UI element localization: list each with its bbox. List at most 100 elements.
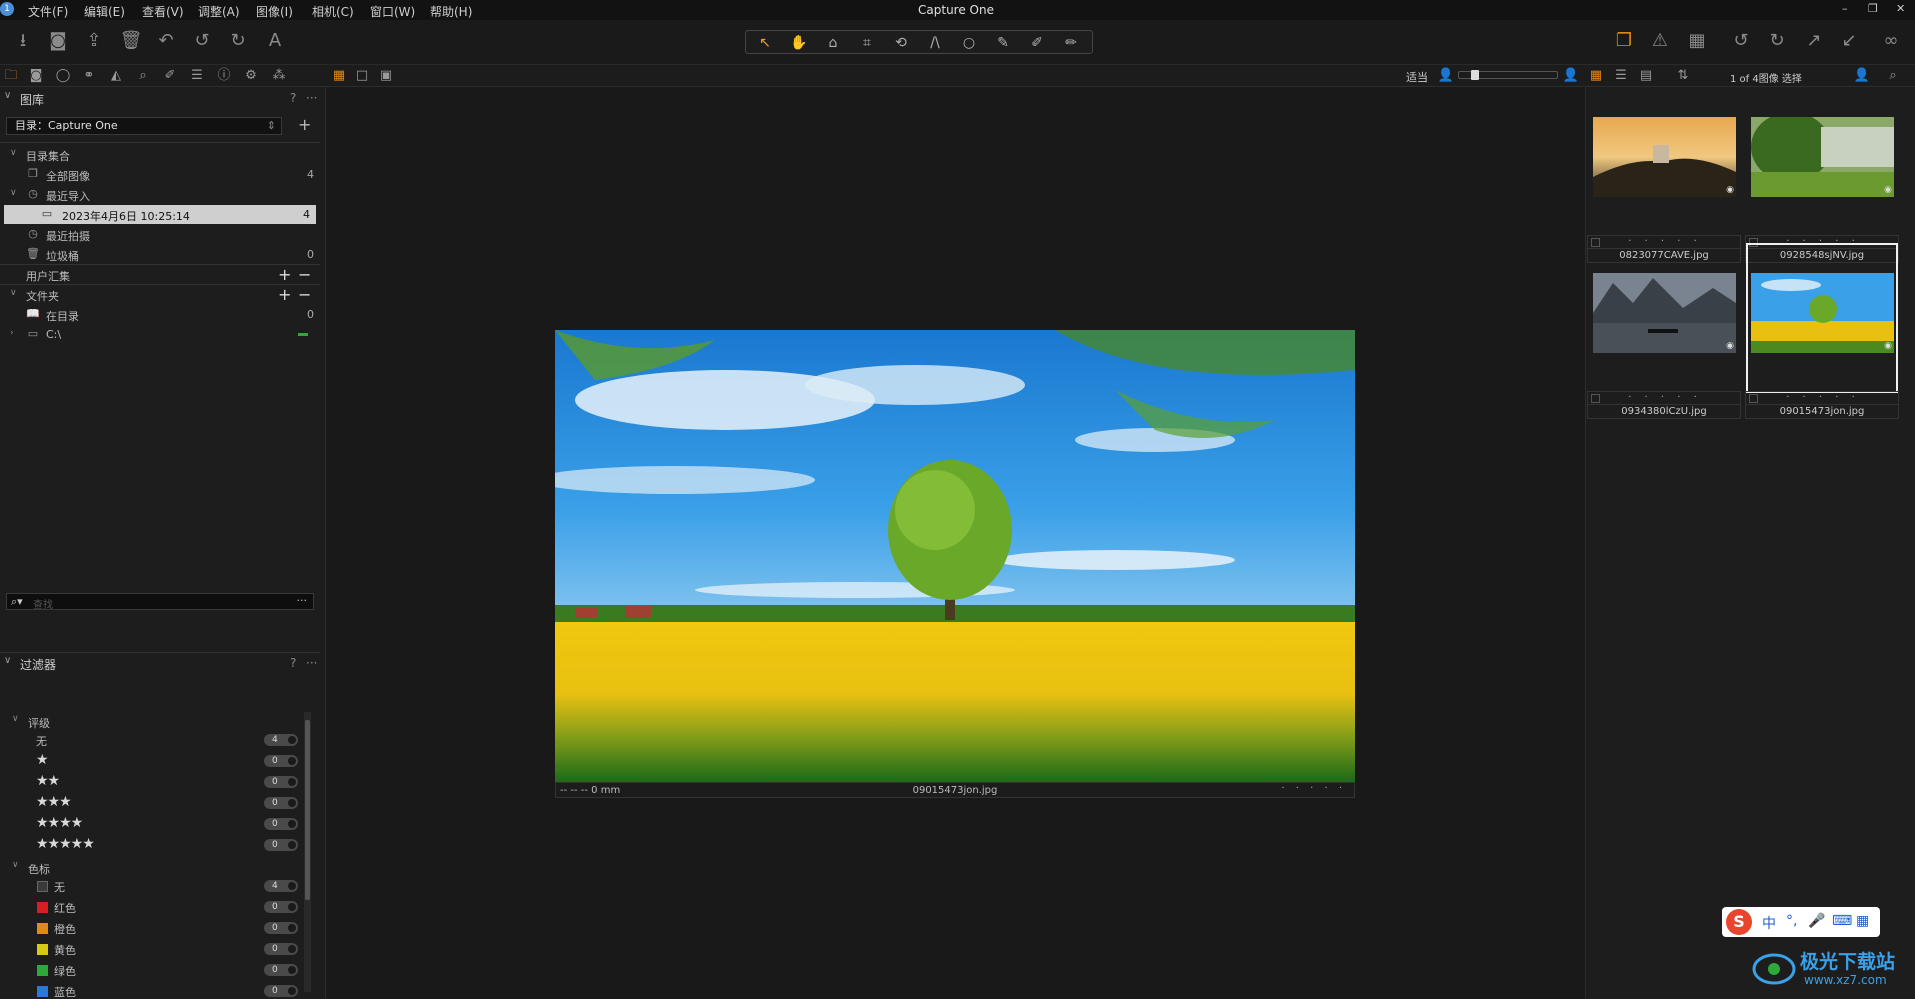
tree-item-recent-captures[interactable]: ◷ 最近拍摄 xyxy=(0,225,320,244)
color-green-row[interactable]: 绿色 0 xyxy=(0,960,310,980)
count-toggle[interactable]: 0 xyxy=(264,985,298,997)
add-icon[interactable]: + xyxy=(278,265,291,284)
lens-tab-icon[interactable]: ◯ xyxy=(54,68,72,84)
undo-icon[interactable]: ↺ xyxy=(189,28,215,54)
brush-icon[interactable]: ✎ xyxy=(988,33,1018,53)
chevron-down-icon[interactable]: ∨ xyxy=(12,714,19,724)
collapse-icon[interactable]: ↙ xyxy=(1836,28,1862,54)
more-icon[interactable]: ··· xyxy=(306,91,317,105)
menu-adjust[interactable]: 调整(A) xyxy=(198,3,240,20)
filters-header[interactable]: ∨ 过滤器 ? ··· xyxy=(0,654,326,672)
menu-file[interactable]: 文件(F) xyxy=(28,3,68,20)
chevron-right-icon[interactable]: › xyxy=(10,328,14,338)
export-icon[interactable]: ⇪ xyxy=(81,28,107,54)
app-logo-icon[interactable]: 1 xyxy=(0,2,14,16)
color-orange-row[interactable]: 橙色 0 xyxy=(0,918,310,938)
rating-dots[interactable]: · · · · · xyxy=(1588,392,1742,403)
spot-icon[interactable]: ○ xyxy=(954,33,984,53)
restore-icon[interactable]: ❐ xyxy=(1868,2,1878,15)
count-toggle[interactable]: 0 xyxy=(264,797,298,809)
color-blue-row[interactable]: 蓝色 0 xyxy=(0,981,310,999)
import-icon[interactable]: ⭳ xyxy=(10,28,36,54)
chevron-down-icon[interactable]: ∨ xyxy=(10,148,17,158)
thumbnail-image[interactable]: ◉ xyxy=(1751,117,1894,197)
batch-tab-icon[interactable]: ⁂ xyxy=(270,68,288,84)
info-tab-icon[interactable]: ⓘ xyxy=(215,68,233,84)
color-yellow-row[interactable]: 黄色 0 xyxy=(0,939,310,959)
remove-icon[interactable]: − xyxy=(298,285,311,304)
select-icon[interactable]: ↖ xyxy=(750,33,780,53)
eraser-icon[interactable]: ✏ xyxy=(1056,33,1086,53)
ime-punct-icon[interactable]: °, xyxy=(1786,913,1797,929)
ime-menu-icon[interactable]: ▦ xyxy=(1856,913,1869,929)
sort-icon[interactable]: ⇅ xyxy=(1674,68,1692,84)
list-view-icon[interactable]: ☰ xyxy=(1612,68,1630,84)
zoom-slider[interactable] xyxy=(1458,70,1558,80)
count-toggle[interactable]: 0 xyxy=(264,755,298,767)
rating-dots[interactable]: · · · · · xyxy=(1281,783,1346,794)
color-tag-group[interactable]: ∨ 色标 xyxy=(0,858,310,876)
rating-2-row[interactable]: ★★ 0 xyxy=(0,772,310,792)
user-icon[interactable]: 👤 xyxy=(1853,68,1871,84)
ime-keyboard-icon[interactable]: ⌨ xyxy=(1832,913,1852,929)
ime-mic-icon[interactable]: 🎤 xyxy=(1808,913,1825,929)
chevron-down-icon[interactable]: ∨ xyxy=(12,860,19,870)
adjust-tab-icon[interactable]: ✐ xyxy=(161,68,179,84)
tree-item-in-catalog[interactable]: 📖 在目录 0 xyxy=(0,305,320,324)
chevron-down-icon[interactable]: ∨ xyxy=(4,655,11,666)
glasses-icon[interactable]: ∞ xyxy=(1874,28,1908,54)
count-toggle[interactable]: 4 xyxy=(264,734,298,746)
scrollbar-thumb[interactable] xyxy=(305,720,310,900)
trash-icon[interactable]: 🗑 xyxy=(118,28,144,54)
exposure-tab-icon[interactable]: ◭ xyxy=(107,68,125,84)
add-icon[interactable]: + xyxy=(278,285,291,304)
sogou-icon[interactable]: S xyxy=(1726,909,1752,935)
warning-icon[interactable]: ⚠ xyxy=(1647,28,1673,54)
help-icon[interactable]: ? xyxy=(290,91,296,105)
ime-toolbar[interactable]: S 中 °, 🎤 ⌨ ▦ xyxy=(1722,907,1880,937)
redo-icon[interactable]: ↻ xyxy=(225,28,251,54)
count-toggle[interactable]: 0 xyxy=(264,818,298,830)
color-red-row[interactable]: 红色 0 xyxy=(0,897,310,917)
zoom-slider-handle[interactable] xyxy=(1471,70,1479,80)
catalog-select[interactable]: 目录：Capture One ⇕ xyxy=(6,117,282,135)
tree-item-drive-c[interactable]: › ▭ C:\ xyxy=(0,325,320,344)
menu-help[interactable]: 帮助(H) xyxy=(430,3,472,20)
thumbnail-image[interactable]: ◉ xyxy=(1751,273,1894,353)
rotate-right-icon[interactable]: ↻ xyxy=(1764,28,1790,54)
tree-item-user-collections[interactable]: 用户汇集 + − xyxy=(0,265,320,284)
thumbnail-cell[interactable]: ◉ · · · · · 0934380lCzU.jpg xyxy=(1586,273,1742,463)
multi-view-icon[interactable]: ▦ xyxy=(330,68,348,84)
color-tab-icon[interactable]: ⚭ xyxy=(80,68,98,84)
menu-edit[interactable]: 编辑(E) xyxy=(84,3,125,20)
count-toggle[interactable]: 0 xyxy=(264,943,298,955)
chevron-down-icon[interactable]: ∨ xyxy=(10,188,17,198)
ime-chinese-icon[interactable]: 中 xyxy=(1762,913,1776,933)
minimize-icon[interactable]: – xyxy=(1842,2,1848,15)
tree-item-catalog-collections[interactable]: ∨ 目录集合 xyxy=(0,145,320,164)
loupe-icon[interactable]: ⌂ xyxy=(818,33,848,53)
tree-item-all-images[interactable]: ❐ 全部图像 4 xyxy=(0,165,320,184)
filter-scrollbar[interactable] xyxy=(304,712,311,992)
expand-icon[interactable]: ↗ xyxy=(1801,28,1827,54)
rating-group[interactable]: ∨ 评级 xyxy=(0,712,310,730)
thumbnail-image[interactable]: ◉ xyxy=(1593,273,1736,353)
text-icon[interactable]: A xyxy=(262,28,288,54)
count-toggle[interactable]: 4 xyxy=(264,880,298,892)
chevron-down-icon[interactable]: ∨ xyxy=(4,90,11,101)
tree-item-trash[interactable]: 🗑 垃圾桶 0 xyxy=(0,245,320,264)
filmstrip-view-icon[interactable]: ▤ xyxy=(1637,68,1655,84)
rating-5-row[interactable]: ★★★★★ 0 xyxy=(0,835,310,855)
chevron-down-icon[interactable]: ∨ xyxy=(10,288,17,298)
add-catalog-icon[interactable]: + xyxy=(298,117,311,133)
menu-camera[interactable]: 相机(C) xyxy=(312,3,354,20)
menu-view[interactable]: 查看(V) xyxy=(142,3,184,20)
rating-3-row[interactable]: ★★★ 0 xyxy=(0,793,310,813)
filter-search-input[interactable]: ⌕▾ 查找 ··· xyxy=(6,593,314,611)
rating-dots[interactable]: · · · · · xyxy=(1746,392,1900,403)
picker-icon[interactable]: ✐ xyxy=(1022,33,1052,53)
more-icon[interactable]: ··· xyxy=(297,594,308,607)
output-tab-icon[interactable]: ⚙ xyxy=(242,68,260,84)
metadata-tab-icon[interactable]: ☰ xyxy=(188,68,206,84)
count-toggle[interactable]: 0 xyxy=(264,776,298,788)
